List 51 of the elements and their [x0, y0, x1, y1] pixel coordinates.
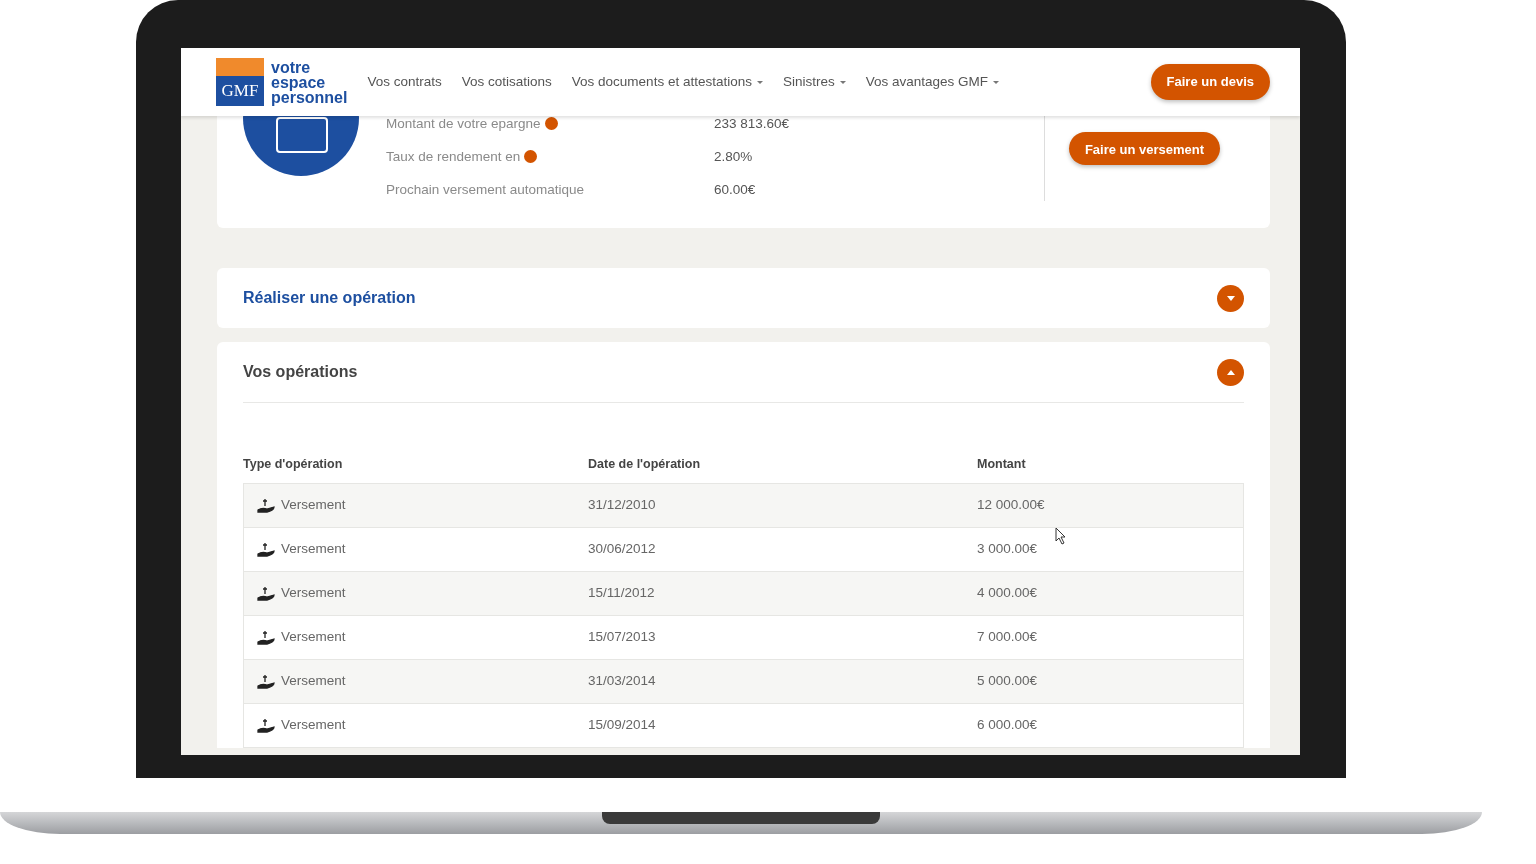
table-cell-text: Versement [281, 716, 346, 735]
table-cell-text: 31/12/2010 [588, 496, 656, 515]
expand-button[interactable] [1217, 284, 1244, 312]
table-cell-text: 4 000.00€ [977, 584, 1038, 603]
logo-tagline: votre espace personnel [271, 59, 348, 105]
table-cell-text: 12 000.00€ [977, 496, 1045, 515]
column-header: Type d'opération [243, 456, 344, 473]
nav-link[interactable]: Sinistres [782, 71, 846, 93]
info-icon[interactable] [544, 117, 558, 131]
chevron-up-icon [1226, 369, 1235, 375]
hand-coin-icon [257, 541, 275, 558]
logo-artwork [216, 58, 264, 76]
summary-label: Prochain versement automatique [386, 182, 585, 198]
logo-brand: GMF [216, 76, 264, 106]
table-cell-text: Versement [281, 496, 346, 515]
table-cell-text: 15/07/2013 [588, 628, 656, 647]
quote-button[interactable]: Faire un devis [1150, 64, 1270, 100]
summary-value: 2.80% [714, 148, 753, 167]
table-cell-text: 6 000.00€ [977, 716, 1038, 735]
info-icon[interactable] [524, 150, 538, 164]
column-header: Date de l'opération [588, 456, 702, 473]
table-cell-text: 15/09/2014 [588, 716, 656, 735]
section-title: Vos opérations [243, 362, 358, 382]
collapse-button[interactable] [1217, 358, 1244, 386]
table-cell-text: Versement [281, 540, 346, 559]
hand-coin-icon [257, 497, 275, 514]
table-cell-text: Versement [281, 628, 346, 647]
table-cell-text: 3 000.00€ [977, 540, 1038, 559]
hand-coin-icon [257, 673, 275, 690]
hand-coin-icon [257, 717, 275, 734]
nav-link[interactable]: Vos contrats [367, 71, 442, 93]
table-cell-text: 15/11/2012 [588, 584, 655, 603]
table-cell-text: 7 000.00€ [977, 628, 1038, 647]
table-cell-text: 30/06/2012 [588, 540, 656, 559]
column-header: Montant [977, 456, 1027, 473]
table-cell-text: 31/03/2014 [588, 672, 656, 691]
summary-label: Montant de votre epargne [386, 116, 541, 132]
section-title: Réaliser une opération [243, 288, 416, 308]
table-cell-text: 5 000.00€ [977, 672, 1038, 691]
summary-value: 60.00€ [714, 181, 756, 200]
nav-link[interactable]: Vos cotisations [461, 71, 552, 93]
nav-link[interactable]: Vos documents et attestations [571, 71, 763, 93]
hand-coin-icon [257, 585, 275, 602]
nav-link[interactable]: Vos avantages GMF [865, 71, 999, 93]
chevron-down-icon [1226, 295, 1235, 301]
summary-value: 233 813.60€ [714, 115, 790, 134]
table-cell-text: Versement [281, 672, 346, 691]
deposit-button[interactable]: Faire un versement [1068, 132, 1221, 165]
hand-coin-icon [257, 629, 275, 646]
table-cell-text: Versement [281, 584, 346, 603]
summary-label: Taux de rendement en [386, 149, 521, 165]
